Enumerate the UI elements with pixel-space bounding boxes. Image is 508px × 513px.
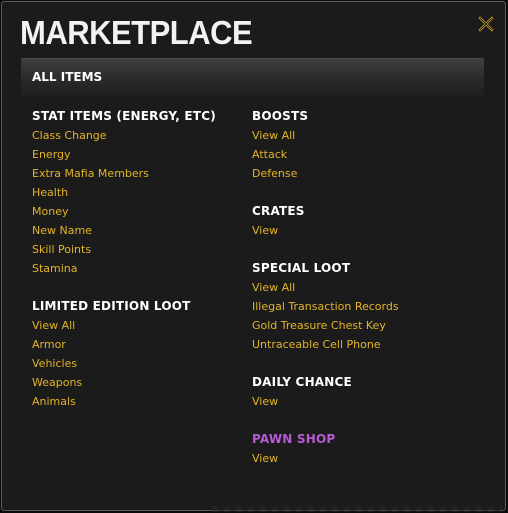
group-title-daily-chance: DAILY CHANCE [252,375,352,389]
group-title-crates: CRATES [252,204,305,218]
link-vehicles[interactable]: Vehicles [32,354,242,373]
link-special-view-all[interactable]: View All [252,278,492,297]
group-title-pawn-shop: PAWN SHOP [252,432,336,446]
close-x-icon[interactable] [477,15,495,33]
group-title-special-loot: SPECIAL LOOT [252,261,351,275]
link-money[interactable]: Money [32,202,242,221]
link-extra-mafia-members[interactable]: Extra Mafia Members [32,164,242,183]
group-title-stat-items: STAT ITEMS (ENERGY, ETC) [32,109,216,123]
right-column: BOOSTS View All Attack Defense CRATES Vi… [252,107,492,487]
link-pawn-shop-view[interactable]: View [252,449,492,468]
link-skill-points[interactable]: Skill Points [32,240,242,259]
link-animals[interactable]: Animals [32,392,242,411]
group-limited-edition-loot: LIMITED EDITION LOOT View All Armor Vehi… [32,297,242,411]
link-stamina[interactable]: Stamina [32,259,242,278]
link-energy[interactable]: Energy [32,145,242,164]
link-attack[interactable]: Attack [252,145,492,164]
link-crates-view[interactable]: View [252,221,492,240]
left-column: STAT ITEMS (ENERGY, ETC) Class Change En… [32,107,242,430]
link-gold-treasure-chest-key[interactable]: Gold Treasure Chest Key [252,316,492,335]
marketplace-dialog: MARKETPLACE ALL ITEMS STAT ITEMS (ENERGY… [1,1,506,512]
group-boosts: BOOSTS View All Attack Defense [252,107,492,183]
link-weapons[interactable]: Weapons [32,373,242,392]
link-class-change[interactable]: Class Change [32,126,242,145]
link-defense[interactable]: Defense [252,164,492,183]
link-health[interactable]: Health [32,183,242,202]
group-crates: CRATES View [252,202,492,240]
group-daily-chance: DAILY CHANCE View [252,373,492,411]
link-new-name[interactable]: New Name [32,221,242,240]
all-items-label: ALL ITEMS [32,70,103,84]
link-illegal-transaction-records[interactable]: Illegal Transaction Records [252,297,492,316]
dialog-title: MARKETPLACE [20,14,253,52]
group-special-loot: SPECIAL LOOT View All Illegal Transactio… [252,259,492,354]
link-daily-chance-view[interactable]: View [252,392,492,411]
all-items-header: ALL ITEMS [21,58,484,96]
group-stat-items: STAT ITEMS (ENERGY, ETC) Class Change En… [32,107,242,278]
group-pawn-shop: PAWN SHOP View [252,430,492,468]
group-title-boosts: BOOSTS [252,109,309,123]
bottom-edge-decoration [212,506,502,512]
group-title-limited-edition-loot: LIMITED EDITION LOOT [32,299,191,313]
link-limited-view-all[interactable]: View All [32,316,242,335]
link-untraceable-cell-phone[interactable]: Untraceable Cell Phone [252,335,492,354]
link-armor[interactable]: Armor [32,335,242,354]
link-boosts-view-all[interactable]: View All [252,126,492,145]
